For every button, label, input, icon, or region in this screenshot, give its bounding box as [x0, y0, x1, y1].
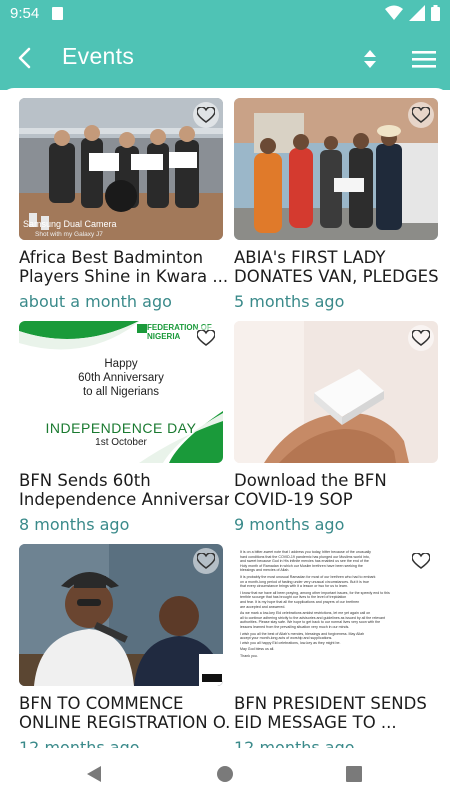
image-watermark-sub: Shot with my Galaxy J7 — [35, 231, 103, 238]
event-title: ABIA's FIRST LADY DONATES VAN, PLEDGES .… — [234, 248, 444, 286]
banner-greeting-1: Happy — [104, 358, 138, 370]
event-time-ago: about a month ago — [19, 292, 172, 311]
app-bar: Events — [0, 28, 450, 90]
event-title: BFN PRESIDENT SENDS EID MESSAGE TO ... — [234, 694, 427, 732]
nav-home-icon[interactable] — [217, 766, 233, 782]
letter-line: that every circumstance brings with it a… — [240, 584, 349, 589]
events-list: Samsung Dual Camera Shot with my Galaxy … — [0, 88, 450, 748]
heart-icon — [412, 553, 430, 569]
arrow-left-icon[interactable] — [12, 44, 40, 72]
event-image-hands-soap — [234, 321, 438, 463]
favorite-button[interactable] — [193, 325, 219, 351]
event-title: BFN TO COMMENCE ONLINE REGISTRATION O... — [19, 694, 229, 732]
event-image-independence-day-banner: FEDERATION OF NIGERIA Happy 60th Anniver… — [19, 321, 223, 463]
event-time-ago: 8 months ago — [19, 515, 130, 534]
banner-greeting-3: to all Nigerians — [82, 386, 160, 398]
event-time-ago: 12 months ago — [19, 738, 140, 748]
battery-icon — [431, 5, 440, 21]
letter-line: blessings and mercies of Allah. — [240, 568, 290, 573]
event-title: Africa Best Badminton Players Shine in K… — [19, 248, 229, 286]
sd-card-icon — [52, 7, 63, 20]
hamburger-menu-icon[interactable] — [411, 47, 437, 71]
nav-recents-icon[interactable] — [346, 766, 362, 782]
event-time-ago: 12 months ago — [234, 738, 355, 748]
signal-icon — [409, 5, 425, 21]
status-time: 9:54 — [10, 5, 40, 22]
favorite-button[interactable] — [408, 548, 434, 574]
event-image-press-briefing — [19, 544, 223, 686]
heart-icon — [412, 330, 430, 346]
letter-line: are accepted and answered. — [240, 604, 286, 609]
heart-icon — [197, 553, 215, 569]
favorite-button[interactable] — [193, 548, 219, 574]
event-image-eid-letter: It is on a bitter-sweet note that I addr… — [234, 544, 438, 686]
event-image-badminton-players: Samsung Dual Camera Shot with my Galaxy … — [19, 98, 223, 240]
page-title: Events — [62, 43, 135, 69]
letter-line: May God bless us all. — [240, 647, 275, 652]
banner-greeting-2: 60th Anniversary — [78, 372, 164, 384]
wifi-icon — [385, 5, 403, 20]
system-nav-bar — [0, 748, 450, 800]
nav-back-icon[interactable] — [86, 765, 102, 783]
status-bar: 9:54 — [0, 0, 450, 28]
sort-icon[interactable] — [358, 47, 382, 71]
event-image-van-donation — [234, 98, 438, 240]
favorite-button[interactable] — [408, 325, 434, 351]
letter-line: Thank you. — [240, 653, 258, 658]
banner-day: INDEPENDENCE DAY — [45, 420, 197, 436]
banner-date: 1st October — [95, 437, 147, 448]
heart-icon — [197, 330, 215, 346]
letter-text: It is on a bitter-sweet note that I addr… — [240, 550, 432, 658]
favorite-button[interactable] — [193, 102, 219, 128]
event-title: BFN Sends 60th Independence Anniversar..… — [19, 471, 229, 509]
favorite-button[interactable] — [408, 102, 434, 128]
event-time-ago: 5 months ago — [234, 292, 345, 311]
letter-line: lessons learned from the prevailing situ… — [240, 624, 350, 629]
event-title: Download the BFN COVID-19 SOP — [234, 471, 387, 509]
letter-line: I wish you all happy Eid celebrations, l… — [240, 640, 341, 645]
event-time-ago: 9 months ago — [234, 515, 345, 534]
heart-icon — [197, 107, 215, 123]
heart-icon — [412, 107, 430, 123]
image-watermark: Samsung Dual Camera — [23, 219, 117, 229]
